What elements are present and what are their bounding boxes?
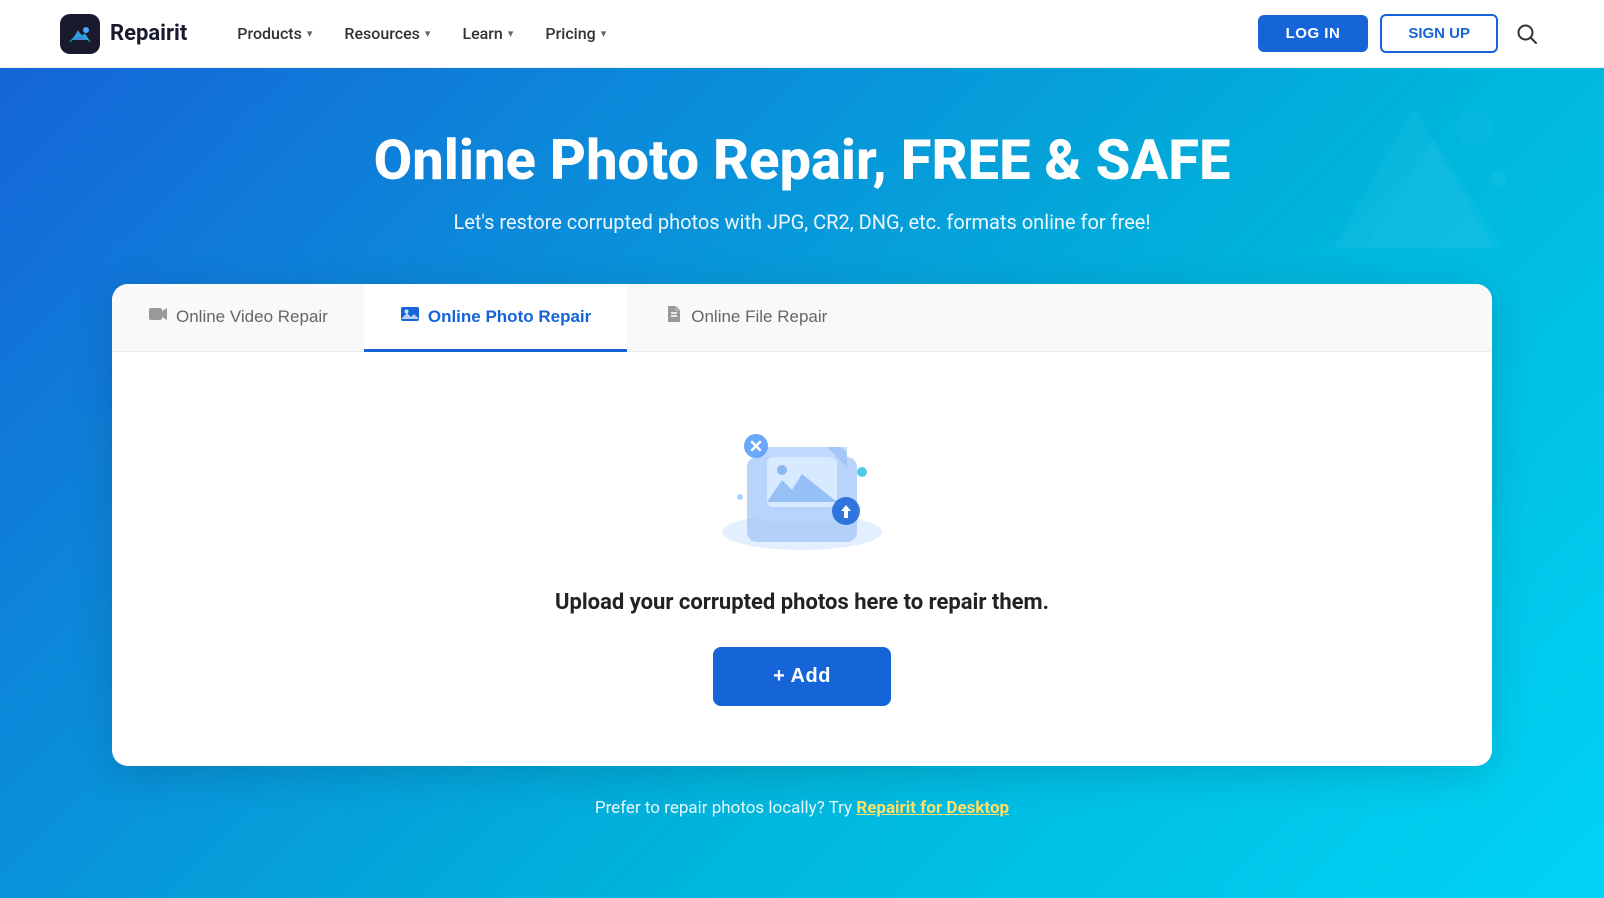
nav-learn[interactable]: Learn ▾: [448, 16, 527, 51]
logo-icon: [60, 14, 100, 54]
tab-photo-repair[interactable]: Online Photo Repair: [364, 284, 627, 352]
desktop-link[interactable]: Repairit for Desktop: [856, 798, 1009, 818]
tab-file-repair[interactable]: Online File Repair: [627, 284, 863, 352]
navbar: Repairit Products ▾ Resources ▾ Learn ▾ …: [0, 0, 1604, 68]
nav-resources[interactable]: Resources ▾: [330, 16, 444, 51]
chevron-down-icon: ▾: [307, 27, 313, 40]
chevron-down-icon: ▾: [508, 27, 514, 40]
file-icon: [663, 304, 683, 329]
footer-hint: Prefer to repair photos locally? Try Rep…: [60, 798, 1544, 818]
logo-text: Repairit: [110, 21, 187, 46]
signup-button[interactable]: SIGN UP: [1380, 14, 1498, 53]
logo[interactable]: Repairit: [60, 14, 187, 54]
login-button[interactable]: LOG IN: [1258, 15, 1369, 52]
tab-video-repair[interactable]: Online Video Repair: [112, 284, 364, 352]
hero-section: Online Photo Repair, FREE & SAFE Let's r…: [0, 68, 1604, 898]
hero-bg-decoration: [1304, 88, 1524, 268]
add-button[interactable]: + Add: [713, 647, 891, 706]
upload-illustration: [702, 402, 902, 562]
repair-card: Online Video Repair Online Photo Repair: [112, 284, 1492, 766]
upload-area: Upload your corrupted photos here to rep…: [112, 352, 1492, 766]
search-button[interactable]: [1510, 17, 1544, 51]
chevron-down-icon: ▾: [425, 27, 431, 40]
upload-prompt: Upload your corrupted photos here to rep…: [555, 590, 1049, 615]
nav-links: Products ▾ Resources ▾ Learn ▾ Pricing ▾: [223, 16, 1257, 51]
photo-icon: [400, 304, 420, 329]
nav-products[interactable]: Products ▾: [223, 16, 326, 51]
tab-bar: Online Video Repair Online Photo Repair: [112, 284, 1492, 352]
nav-actions: LOG IN SIGN UP: [1258, 14, 1544, 53]
search-icon: [1516, 23, 1538, 45]
video-icon: [148, 304, 168, 329]
chevron-down-icon: ▾: [601, 27, 607, 40]
nav-pricing[interactable]: Pricing ▾: [531, 16, 620, 51]
